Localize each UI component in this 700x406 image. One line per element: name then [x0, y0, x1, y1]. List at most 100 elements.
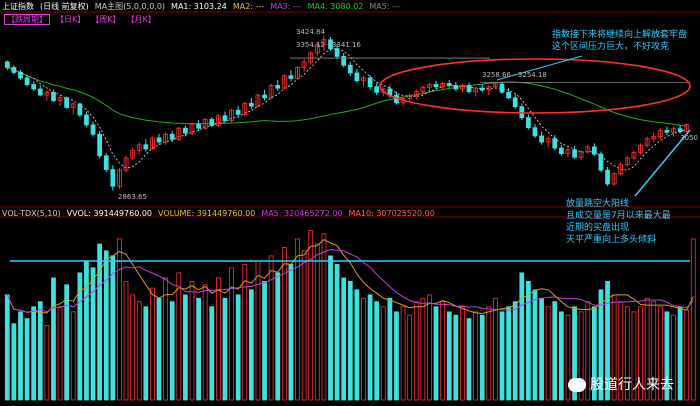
candle-body: [288, 75, 294, 79]
volume-bar: [552, 301, 558, 401]
volume-bar: [453, 314, 459, 401]
range-b-label: 3258.66 - 3254.18: [482, 71, 547, 79]
candle-body: [262, 94, 267, 99]
volume-bar: [486, 306, 492, 401]
volume-bar: [367, 294, 373, 401]
candle-body: [446, 83, 452, 86]
volume-bar: [37, 301, 43, 401]
volume-bar: [295, 238, 300, 401]
volume-bar: [262, 280, 267, 401]
candle-body: [664, 129, 670, 133]
volume-bar: [407, 314, 413, 401]
top-note-line: 指数接下来将继续向上解放套牢盘: [552, 30, 688, 40]
candle-body: [512, 97, 518, 108]
candle-body: [77, 103, 83, 116]
volume-bar: [413, 301, 419, 401]
vol-indicator: VOL-TDX(5,10): [2, 209, 61, 218]
watermark: 股道行人来去: [568, 374, 674, 394]
candle-body: [275, 84, 281, 89]
volume-bar: [433, 306, 439, 401]
volume-bar: [684, 309, 690, 401]
volume-bar: [150, 287, 155, 401]
watermark-text: 股道行人来去: [590, 377, 674, 393]
volume-bar: [427, 294, 432, 401]
ma-green-line: [7, 66, 687, 127]
wechat-icon: [568, 378, 586, 392]
candle-body: [558, 147, 564, 154]
candle-body: [354, 72, 360, 82]
volume-bar: [532, 289, 538, 401]
volume-bar: [446, 311, 452, 401]
bottom-note-line: 且成交量是7月以来最大最: [566, 211, 671, 221]
candle-body: [11, 67, 17, 73]
volume-bar: [380, 306, 386, 401]
volume-bar: [209, 306, 215, 401]
volume-bar: [341, 277, 347, 401]
volume-bar: [526, 280, 531, 401]
volume-bar: [183, 294, 188, 401]
volume-bar: [334, 263, 340, 401]
highlight-ellipse: [379, 58, 691, 114]
volume-bar: [466, 318, 472, 401]
candle-body: [466, 84, 472, 93]
volume-bar: [235, 294, 241, 401]
candle-body: [433, 84, 439, 88]
volume-bar: [222, 297, 228, 401]
volume-bar: [499, 311, 505, 401]
volume-bar: [361, 297, 366, 401]
candle-body: [552, 138, 558, 149]
volume-bar: [176, 272, 182, 401]
bottom-note-line: 天平严重向上多头倾斜: [566, 235, 657, 245]
volume-value: VOLUME: 391449760.00: [158, 209, 256, 218]
candle-body: [24, 77, 30, 85]
volume-bar: [314, 243, 320, 401]
volume-bar: [130, 294, 136, 401]
candle-body: [605, 169, 610, 185]
volume-bar: [460, 306, 465, 401]
candle-body: [598, 153, 604, 171]
volume-bar: [354, 289, 360, 401]
candle-body: [572, 149, 577, 158]
candle-body: [156, 137, 162, 143]
volume-bar: [123, 280, 129, 401]
volume-bar: [163, 277, 168, 401]
volume-bar: [64, 284, 70, 401]
volume-bar: [44, 325, 50, 401]
volume-bar: [519, 272, 525, 401]
volume-bar: [11, 323, 17, 401]
volume-bar: [103, 250, 109, 401]
volume-bar: [301, 250, 307, 401]
volume-bar: [275, 272, 281, 401]
volume-bar: [328, 255, 333, 401]
low-label: 2863.65: [118, 193, 147, 201]
volume-bar: [215, 277, 221, 401]
volume-bar: [136, 301, 142, 401]
volume-bar: [4, 294, 10, 401]
candle-body: [4, 61, 10, 68]
candle-body: [374, 86, 380, 93]
candle-body: [84, 114, 89, 126]
volume-bar: [97, 243, 103, 401]
volume-bar: [18, 311, 23, 401]
candle-body: [110, 169, 116, 187]
candle-body: [248, 102, 254, 107]
volume-bar: [51, 277, 56, 401]
volume-bar: [539, 297, 544, 401]
right-price-label: 3050: [680, 134, 698, 142]
volume-bar: [143, 306, 149, 401]
volume-bar: [90, 267, 96, 401]
candle-body: [97, 133, 103, 157]
candle-body: [235, 109, 241, 115]
volume-bar: [156, 297, 162, 401]
volume-bar: [70, 311, 76, 401]
volume-bar: [479, 314, 485, 401]
candle-body: [532, 127, 538, 137]
volume-bar: [202, 284, 208, 401]
range-a-label: 3354.12 - 3341.16: [296, 41, 361, 49]
top-note-line: 这个区间压力巨大，不好攻克: [552, 42, 670, 52]
candle-body: [90, 124, 96, 135]
volume-bar: [558, 311, 564, 401]
volume-bar: [31, 306, 37, 401]
volume-bar: [545, 306, 551, 401]
candle-body: [367, 77, 373, 88]
